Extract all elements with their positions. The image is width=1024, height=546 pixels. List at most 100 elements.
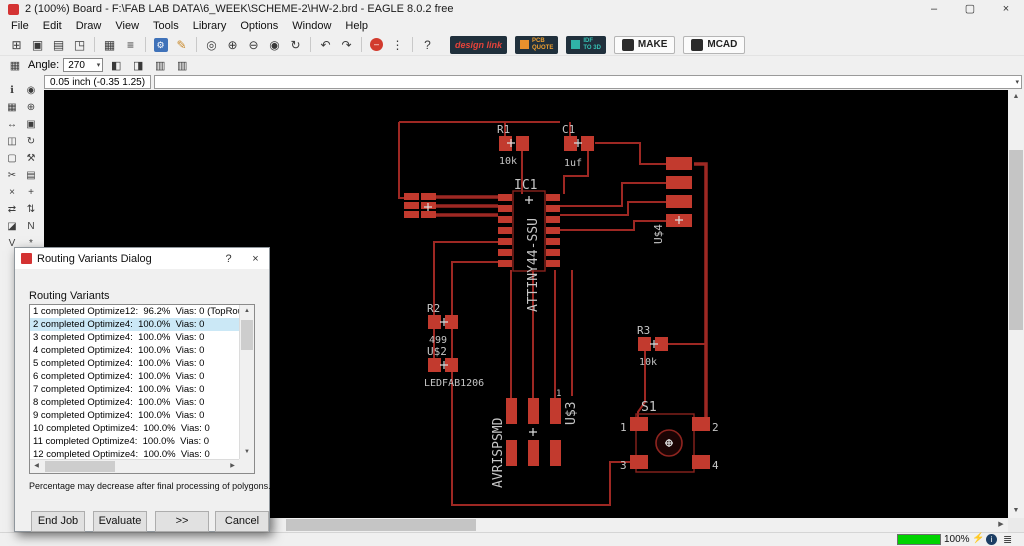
status-info-icon[interactable]: i <box>986 534 997 545</box>
r3-value-label: 10k <box>639 357 657 368</box>
cancel-button[interactable]: Cancel <box>215 511 269 532</box>
wire-bend-button-2[interactable]: ◨ <box>129 58 147 73</box>
display-pair-button-2[interactable]: ▥ <box>173 58 191 73</box>
menu-options[interactable]: Options <box>233 20 285 32</box>
list-horizontal-scrollbar[interactable]: ◀ ▶ <box>30 459 239 473</box>
close-button[interactable]: × <box>988 0 1024 18</box>
list-item[interactable]: 3 completed Optimize4: 100.0% Vias: 0 <box>30 331 239 344</box>
maximize-button[interactable]: ▢ <box>952 0 988 18</box>
export-image-button[interactable]: ◳ <box>69 35 90 54</box>
undo-button[interactable]: ↶ <box>315 35 336 54</box>
delete-tool-button[interactable]: × <box>3 184 21 200</box>
list-item[interactable]: 7 completed Optimize4: 100.0% Vias: 0 <box>30 383 239 396</box>
add-tool-button[interactable]: + <box>22 184 40 200</box>
change-tool-button[interactable]: ⚒ <box>22 150 40 166</box>
menu-file[interactable]: File <box>4 20 36 32</box>
minimize-button[interactable]: – <box>916 0 952 18</box>
grid-toggle-button[interactable]: ▦ <box>6 58 24 73</box>
list-item[interactable]: 11 completed Optimize4: 100.0% Vias: 0 <box>30 435 239 448</box>
list-vertical-thumb[interactable] <box>241 320 253 350</box>
scroll-right-icon[interactable]: ▶ <box>994 518 1008 532</box>
redraw-button[interactable]: ↻ <box>285 35 306 54</box>
list-item[interactable]: 8 completed Optimize4: 100.0% Vias: 0 <box>30 396 239 409</box>
command-input[interactable]: ▾ <box>154 75 1022 89</box>
move-tool-button[interactable]: ↔ <box>3 116 21 132</box>
zoom-select-button[interactable]: ◉ <box>264 35 285 54</box>
mcad-button[interactable]: MCAD <box>683 35 746 54</box>
end-job-button[interactable]: End Job <box>31 511 85 532</box>
dialog-help-button[interactable]: ? <box>215 248 242 269</box>
name-tool-button[interactable]: N <box>22 218 40 234</box>
scroll-up-icon[interactable]: ▲ <box>1008 90 1024 104</box>
list-item[interactable]: 4 completed Optimize4: 100.0% Vias: 0 <box>30 344 239 357</box>
redo-button[interactable]: ↷ <box>336 35 357 54</box>
wire-bend-button-1[interactable]: ◧ <box>107 58 125 73</box>
design-link-button[interactable]: design link <box>450 35 508 54</box>
print-button[interactable]: ▤ <box>48 35 69 54</box>
scroll-down-icon[interactable]: ▼ <box>240 446 254 459</box>
rotate-tool-button[interactable]: ↻ <box>22 133 40 149</box>
pinswap-tool-button[interactable]: ⇄ <box>3 201 21 217</box>
mark-tool-button[interactable]: ⊕ <box>22 99 40 115</box>
scroll-up-icon[interactable]: ▲ <box>240 305 254 318</box>
display-pair-button-1[interactable]: ▥ <box>151 58 169 73</box>
menu-view[interactable]: View <box>108 20 146 32</box>
menu-library[interactable]: Library <box>186 20 234 32</box>
show-tool-button[interactable]: ◉ <box>22 82 40 98</box>
list-item[interactable]: 5 completed Optimize4: 100.0% Vias: 0 <box>30 357 239 370</box>
evaluate-button[interactable]: Evaluate <box>93 511 147 532</box>
menu-window[interactable]: Window <box>285 20 338 32</box>
list-item[interactable]: 6 completed Optimize4: 100.0% Vias: 0 <box>30 370 239 383</box>
autorouter-flash-icon[interactable]: ⚡ <box>972 533 984 544</box>
zoom-out-button[interactable]: ⊖ <box>243 35 264 54</box>
zoom-fit-button[interactable]: ◎ <box>201 35 222 54</box>
idf-to-3d-button[interactable]: IDF TO 3D <box>566 35 606 54</box>
drc-button[interactable]: ⚙ <box>150 35 171 54</box>
rotate-icon: ↻ <box>26 135 36 147</box>
scrollbar-corner <box>1008 518 1024 532</box>
zoom-in-button[interactable]: ⊕ <box>222 35 243 54</box>
save-button[interactable]: ▣ <box>27 35 48 54</box>
options-dots-button[interactable]: ⋮ <box>387 35 408 54</box>
list-item[interactable]: 9 completed Optimize4: 100.0% Vias: 0 <box>30 409 239 422</box>
lock-tool-button[interactable]: ◪ <box>3 218 21 234</box>
help-button[interactable]: ? <box>417 35 438 54</box>
grid-button[interactable]: ▦ <box>99 35 120 54</box>
layer-settings-button[interactable]: ≡ <box>120 35 141 54</box>
menu-edit[interactable]: Edit <box>36 20 69 32</box>
paste-tool-button[interactable]: ▤ <box>22 167 40 183</box>
cut-tool-button[interactable]: ✂ <box>3 167 21 183</box>
list-item[interactable]: 1 completed Optimize12: 96.2% Vias: 0 (T… <box>30 305 239 318</box>
scroll-left-icon[interactable]: ◀ <box>30 460 43 473</box>
menu-draw[interactable]: Draw <box>69 20 109 32</box>
scroll-down-icon[interactable]: ▼ <box>1008 504 1024 518</box>
list-item[interactable]: 12 completed Optimize4: 100.0% Vias: 0 <box>30 448 239 459</box>
make-button[interactable]: MAKE <box>613 35 676 54</box>
canvas-vertical-scrollbar[interactable]: ▲ ▼ <box>1008 90 1024 518</box>
list-vertical-scrollbar[interactable]: ▲ ▼ <box>239 305 254 459</box>
scroll-right-icon[interactable]: ▶ <box>226 460 239 473</box>
open-button[interactable]: ⊞ <box>6 35 27 54</box>
copy-tool-button[interactable]: ▣ <box>22 116 40 132</box>
highlight-button[interactable]: ✎ <box>171 35 192 54</box>
dialog-title-bar[interactable]: Routing Variants Dialog ? × <box>15 248 269 269</box>
menu-help[interactable]: Help <box>338 20 375 32</box>
forward-button[interactable]: >> <box>155 511 209 532</box>
stop-button[interactable]: – <box>366 35 387 54</box>
info-tool-button[interactable]: ℹ <box>3 82 21 98</box>
mirror-tool-button[interactable]: ◫ <box>3 133 21 149</box>
menu-tools[interactable]: Tools <box>146 20 186 32</box>
layer-stack-icon[interactable]: ≣ <box>1003 533 1012 546</box>
pcb-quote-button[interactable]: PCB QUOTE <box>515 35 559 54</box>
list-horizontal-thumb[interactable] <box>45 461 115 472</box>
angle-select[interactable]: 270 ▾ <box>63 58 104 72</box>
vertical-scroll-thumb[interactable] <box>1009 150 1023 330</box>
horizontal-scroll-thumb[interactable] <box>286 519 476 531</box>
display-tool-button[interactable]: ▦ <box>3 99 21 115</box>
list-item-selected[interactable]: 2 completed Optimize4: 100.0% Vias: 0 <box>30 318 239 331</box>
dialog-close-button[interactable]: × <box>242 248 269 269</box>
group-tool-button[interactable]: ▢ <box>3 150 21 166</box>
separator <box>94 37 95 52</box>
replace-tool-button[interactable]: ⇅ <box>22 201 40 217</box>
list-item[interactable]: 10 completed Optimize4: 100.0% Vias: 0 <box>30 422 239 435</box>
